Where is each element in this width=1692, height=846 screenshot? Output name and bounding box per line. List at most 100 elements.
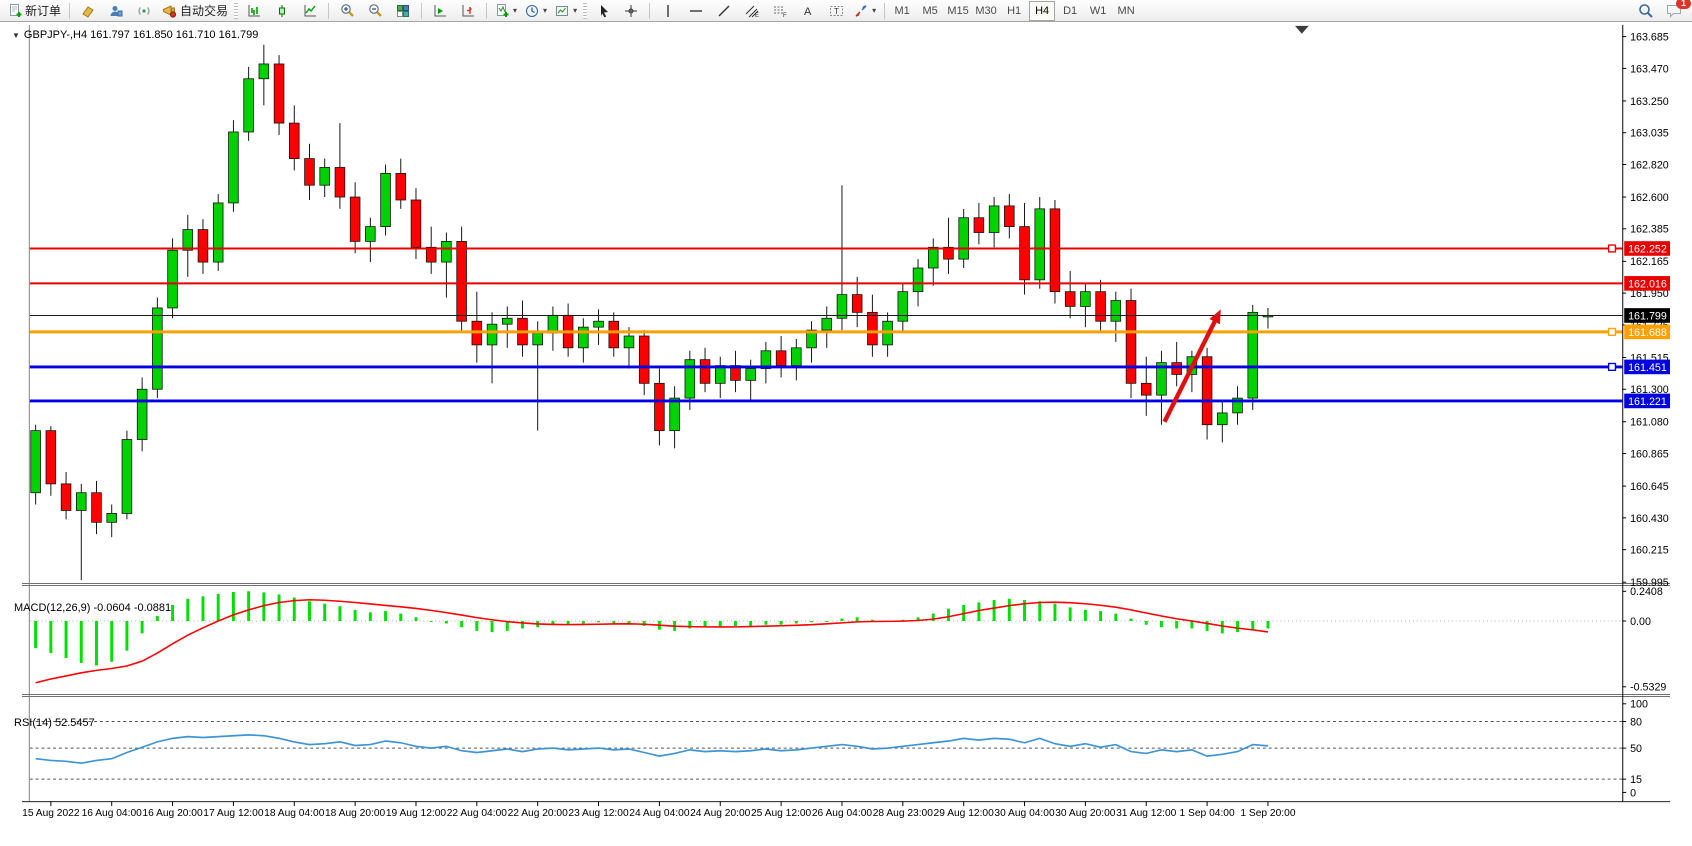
timeframe-m30-button[interactable]: M30 xyxy=(973,1,999,21)
svg-text:19 Aug 12:00: 19 Aug 12:00 xyxy=(386,808,447,819)
svg-text:T: T xyxy=(834,7,839,16)
candlestick-icon xyxy=(275,4,289,18)
chart-dropdown-icon[interactable]: ▼ xyxy=(12,31,20,40)
hline-162.252[interactable] xyxy=(30,245,1622,252)
trendline-icon xyxy=(717,4,731,18)
svg-text:163.250: 163.250 xyxy=(1630,96,1669,108)
text-label-icon: T xyxy=(829,4,844,18)
fibonacci-icon: F xyxy=(773,4,788,18)
text-label-tool-button[interactable]: T xyxy=(822,0,850,21)
chart-window[interactable]: 163.685163.470163.250163.035162.820162.6… xyxy=(0,22,1692,846)
divider xyxy=(884,3,885,19)
equidistant-channel-tool-button[interactable]: E xyxy=(738,0,766,21)
bar-chart-mode-button[interactable] xyxy=(240,0,268,21)
zoom-out-button[interactable] xyxy=(361,0,389,21)
hline-161.451[interactable] xyxy=(30,364,1622,371)
vertical-line-tool-button[interactable] xyxy=(654,0,682,21)
cursor-icon xyxy=(597,4,610,18)
svg-text:161.451: 161.451 xyxy=(1628,362,1667,374)
svg-text:162.820: 162.820 xyxy=(1630,159,1669,171)
toolbar-grip xyxy=(234,3,238,19)
rsi-line xyxy=(36,735,1268,763)
line-chart-icon xyxy=(303,4,317,18)
divider xyxy=(421,3,422,19)
chart-frame xyxy=(22,25,1670,802)
zoom-in-icon xyxy=(340,3,355,18)
svg-text:162.600: 162.600 xyxy=(1630,192,1669,204)
chevron-down-icon: ▾ xyxy=(513,6,517,15)
chevron-down-icon: ▾ xyxy=(573,6,577,15)
market-depth-button[interactable] xyxy=(74,0,102,21)
svg-text:16 Aug 20:00: 16 Aug 20:00 xyxy=(142,808,203,819)
community-button[interactable] xyxy=(102,0,130,21)
crosshair-icon xyxy=(624,4,638,18)
chart-title: GBPJPY-,H4 161.797 161.850 161.710 161.7… xyxy=(24,29,258,41)
chevron-down-icon: ▾ xyxy=(543,6,547,15)
svg-text:16 Aug 04:00: 16 Aug 04:00 xyxy=(82,808,143,819)
timeframe-m15-button[interactable]: M15 xyxy=(945,1,971,21)
svg-text:161.221: 161.221 xyxy=(1628,396,1667,408)
svg-text:80: 80 xyxy=(1630,716,1642,728)
main-toolbar: 新订单 自动交易 ▾ ▾ ▾ E F A T ▾ M1M5M15M30H1H4D… xyxy=(0,0,1692,22)
signal-icon xyxy=(137,4,151,18)
vertical-line-icon xyxy=(662,4,674,18)
chart-shift-button[interactable] xyxy=(454,0,482,21)
svg-text:160.645: 160.645 xyxy=(1630,481,1669,493)
price-axis[interactable]: 163.685163.470163.250163.035162.820162.6… xyxy=(1622,32,1670,800)
svg-text:0.2408: 0.2408 xyxy=(1630,586,1663,598)
periods-button[interactable]: ▾ xyxy=(521,0,551,21)
trendline-tool-button[interactable] xyxy=(710,0,738,21)
notifications-button[interactable]: 1 xyxy=(1660,0,1688,21)
svg-text:24 Aug 04:00: 24 Aug 04:00 xyxy=(629,808,690,819)
auto-trading-button[interactable]: 自动交易 xyxy=(158,0,232,21)
chart-shift-marker[interactable] xyxy=(1295,26,1309,34)
timeframe-mn-button[interactable]: MN xyxy=(1113,1,1139,21)
arrows-tool-button[interactable]: ▾ xyxy=(850,0,880,21)
candlestick-mode-button[interactable] xyxy=(268,0,296,21)
horizontal-line-tool-button[interactable] xyxy=(682,0,710,21)
timeframe-h4-button[interactable]: H4 xyxy=(1029,1,1055,21)
svg-text:15 Aug 2022: 15 Aug 2022 xyxy=(22,808,80,819)
search-button[interactable] xyxy=(1632,0,1660,21)
indicators-button[interactable]: ▾ xyxy=(491,0,521,21)
new-order-button[interactable]: 新订单 xyxy=(4,0,65,21)
timeframe-w1-button[interactable]: W1 xyxy=(1085,1,1111,21)
auto-scroll-icon xyxy=(433,4,447,18)
timeframe-m1-button[interactable]: M1 xyxy=(889,1,915,21)
line-chart-mode-button[interactable] xyxy=(296,0,324,21)
timeframe-m5-button[interactable]: M5 xyxy=(917,1,943,21)
svg-text:24 Aug 20:00: 24 Aug 20:00 xyxy=(690,808,751,819)
rsi-label: RSI(14) 52.5457 xyxy=(14,717,95,729)
crosshair-tool-button[interactable] xyxy=(617,0,645,21)
zoom-in-button[interactable] xyxy=(333,0,361,21)
divider xyxy=(486,3,487,19)
svg-text:-0.5329: -0.5329 xyxy=(1630,682,1666,694)
auto-scroll-button[interactable] xyxy=(426,0,454,21)
tile-windows-button[interactable] xyxy=(389,0,417,21)
cursor-tool-button[interactable] xyxy=(589,0,617,21)
chart-canvas[interactable]: 163.685163.470163.250163.035162.820162.6… xyxy=(0,22,1692,846)
text-tool-button[interactable]: A xyxy=(794,0,822,21)
auto-trading-label: 自动交易 xyxy=(180,2,228,19)
timeframe-d1-button[interactable]: D1 xyxy=(1057,1,1083,21)
notification-badge: 1 xyxy=(1676,0,1691,9)
svg-text:162.385: 162.385 xyxy=(1630,224,1669,236)
signals-button[interactable] xyxy=(130,0,158,21)
time-axis[interactable]: 15 Aug 202216 Aug 04:0016 Aug 20:0017 Au… xyxy=(22,801,1296,819)
horizontal-line-icon xyxy=(689,4,703,18)
toolbar-grip xyxy=(583,3,587,19)
chart-title-bar: ▼ GBPJPY-,H4 161.797 161.850 161.710 161.… xyxy=(12,29,258,41)
svg-text:161.688: 161.688 xyxy=(1628,327,1667,339)
templates-button[interactable]: ▾ xyxy=(551,0,581,21)
template-icon xyxy=(555,4,569,18)
svg-text:160.215: 160.215 xyxy=(1630,545,1669,557)
svg-text:28 Aug 23:00: 28 Aug 23:00 xyxy=(873,808,934,819)
timeframe-h1-button[interactable]: H1 xyxy=(1001,1,1027,21)
svg-text:30 Aug 20:00: 30 Aug 20:00 xyxy=(1055,808,1116,819)
svg-text:0: 0 xyxy=(1630,787,1636,799)
svg-text:E: E xyxy=(755,13,759,18)
chart-shift-icon xyxy=(461,4,475,18)
svg-text:1 Sep 20:00: 1 Sep 20:00 xyxy=(1240,808,1295,819)
svg-text:23 Aug 12:00: 23 Aug 12:00 xyxy=(568,808,629,819)
fibonacci-tool-button[interactable]: F xyxy=(766,0,794,21)
